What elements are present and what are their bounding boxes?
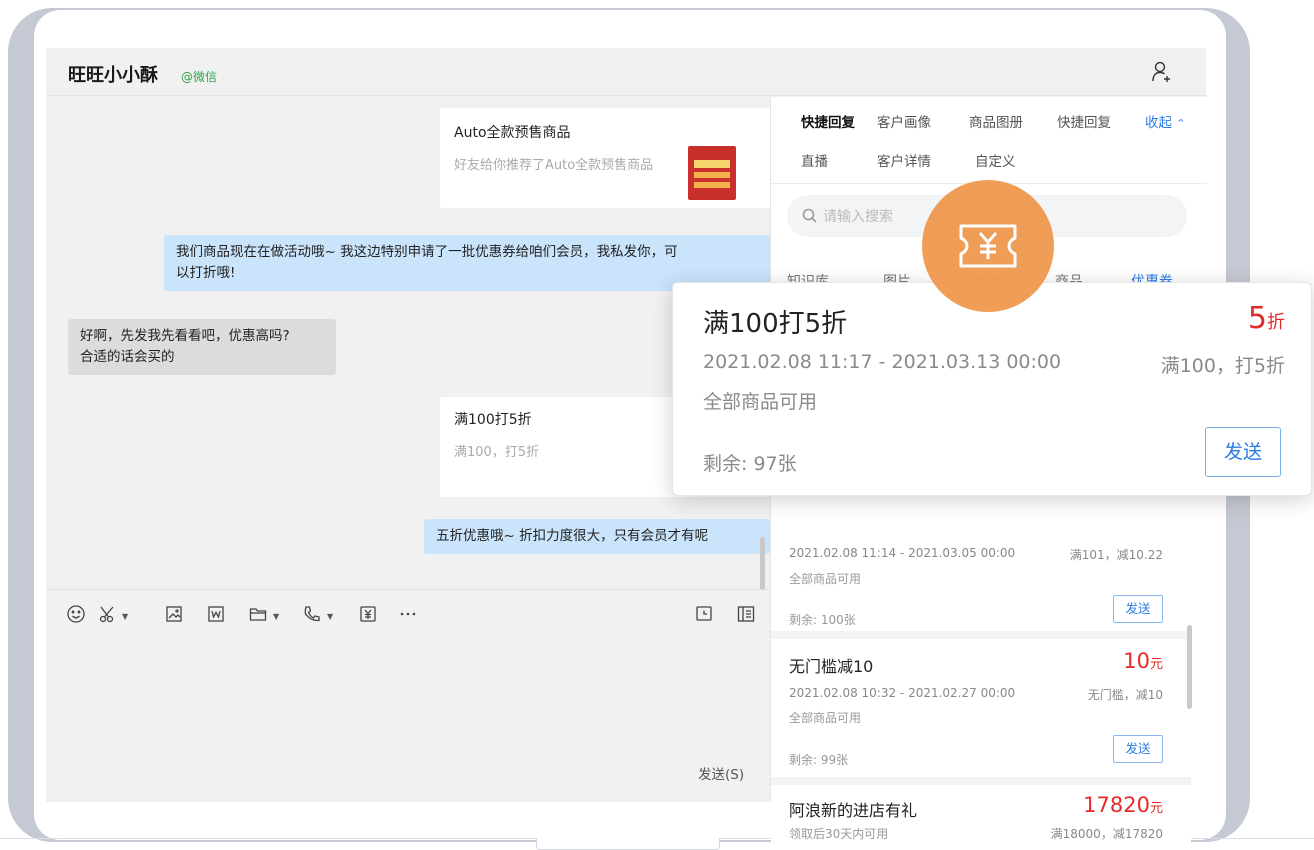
- coupon-item: 阿浪新的进店有礼 17820元 领取后30天内可用 满18000，减17820: [771, 785, 1191, 845]
- search-placeholder: 请输入搜索: [823, 209, 893, 225]
- chat-scrollbar[interactable]: [760, 537, 765, 593]
- message-input-area[interactable]: ▼ ▼ ▼ 发送(S): [46, 589, 770, 802]
- word-icon[interactable]: [206, 604, 226, 624]
- product-card-subtitle: 好友给你推荐了Auto全款预售商品: [454, 158, 654, 173]
- coupon-card-subtitle: 满100，打5折: [454, 445, 540, 460]
- coupon-scope: 全部商品可用: [703, 391, 818, 413]
- contact-source: @微信: [181, 70, 218, 84]
- folder-dropdown-caret[interactable]: ▼: [273, 612, 279, 621]
- coupon-item: 无门槛减10 10元 2021.02.08 10:32 - 2021.02.27…: [771, 639, 1191, 785]
- phone-icon[interactable]: [302, 604, 322, 624]
- tab-product-album[interactable]: 商品图册: [969, 111, 1023, 131]
- customer-message: 好啊，先发我先看看吧，优惠高吗? 合适的话会买的: [68, 319, 336, 375]
- tab-custom[interactable]: 自定义: [975, 150, 1016, 170]
- coupon-value: 5折: [1247, 301, 1285, 336]
- scissors-icon[interactable]: [98, 604, 118, 624]
- highlighted-coupon-card: 满100打5折 5折 2021.02.08 11:17 - 2021.03.13…: [672, 282, 1312, 496]
- product-card-title: Auto全款预售商品: [454, 125, 571, 141]
- coupon-icon[interactable]: [358, 604, 378, 624]
- chevron-up-icon: ⌃: [1176, 117, 1186, 130]
- coupon-ticket-icon: [959, 224, 1017, 268]
- more-icon[interactable]: [398, 604, 418, 624]
- panel-scrollbar[interactable]: [1187, 625, 1192, 709]
- product-card[interactable]: Auto全款预售商品 好友给你推荐了Auto全款预售商品: [440, 108, 776, 208]
- search-icon: [802, 208, 817, 223]
- tab-quick-reply-2[interactable]: 快捷回复: [1057, 111, 1111, 131]
- coupon-remaining: 剩余: 97张: [703, 453, 797, 475]
- tab-quick-reply[interactable]: 快捷回复: [801, 111, 855, 131]
- sidebar-toggle-icon[interactable]: [736, 604, 756, 624]
- coupon-rule: 满100，打5折: [1160, 355, 1285, 377]
- coupon-badge: [922, 180, 1054, 312]
- send-coupon-button[interactable]: 发送: [1205, 427, 1281, 477]
- send-button[interactable]: 发送(S): [698, 763, 744, 783]
- scissors-dropdown-caret[interactable]: ▼: [122, 612, 128, 621]
- chat-header: 旺旺小小酥 @微信: [46, 48, 1206, 96]
- tab-live[interactable]: 直播: [801, 150, 828, 170]
- product-thumbnail: [688, 146, 736, 200]
- contact-name: 旺旺小小酥: [68, 65, 158, 86]
- coupon-name: 满100打5折: [703, 309, 848, 339]
- tab-customer-profile[interactable]: 客户画像: [877, 111, 931, 131]
- base-notch: [536, 838, 720, 850]
- coupon-item: 2021.02.08 11:14 - 2021.03.05 00:00 满101…: [771, 517, 1191, 639]
- message-list[interactable]: Auto全款预售商品 好友给你推荐了Auto全款预售商品 我们商品现在在做活动哦…: [46, 97, 776, 593]
- collapse-button[interactable]: 收起 ⌃: [1145, 111, 1186, 131]
- send-coupon-button[interactable]: 发送: [1113, 595, 1163, 623]
- add-user-icon[interactable]: [1150, 60, 1174, 84]
- image-icon[interactable]: [164, 604, 184, 624]
- phone-dropdown-caret[interactable]: ▼: [327, 612, 333, 621]
- send-coupon-button[interactable]: 发送: [1113, 735, 1163, 763]
- history-icon[interactable]: [694, 604, 714, 624]
- folder-icon[interactable]: [248, 604, 268, 624]
- agent-message: 五折优惠哦~ 折扣力度很大，只有会员才有呢: [424, 519, 770, 554]
- tab-customer-detail[interactable]: 客户详情: [877, 150, 931, 170]
- coupon-card-title: 满100打5折: [454, 412, 532, 428]
- coupon-validity: 2021.02.08 11:17 - 2021.03.13 00:00: [703, 351, 1062, 373]
- emoji-icon[interactable]: [66, 604, 86, 624]
